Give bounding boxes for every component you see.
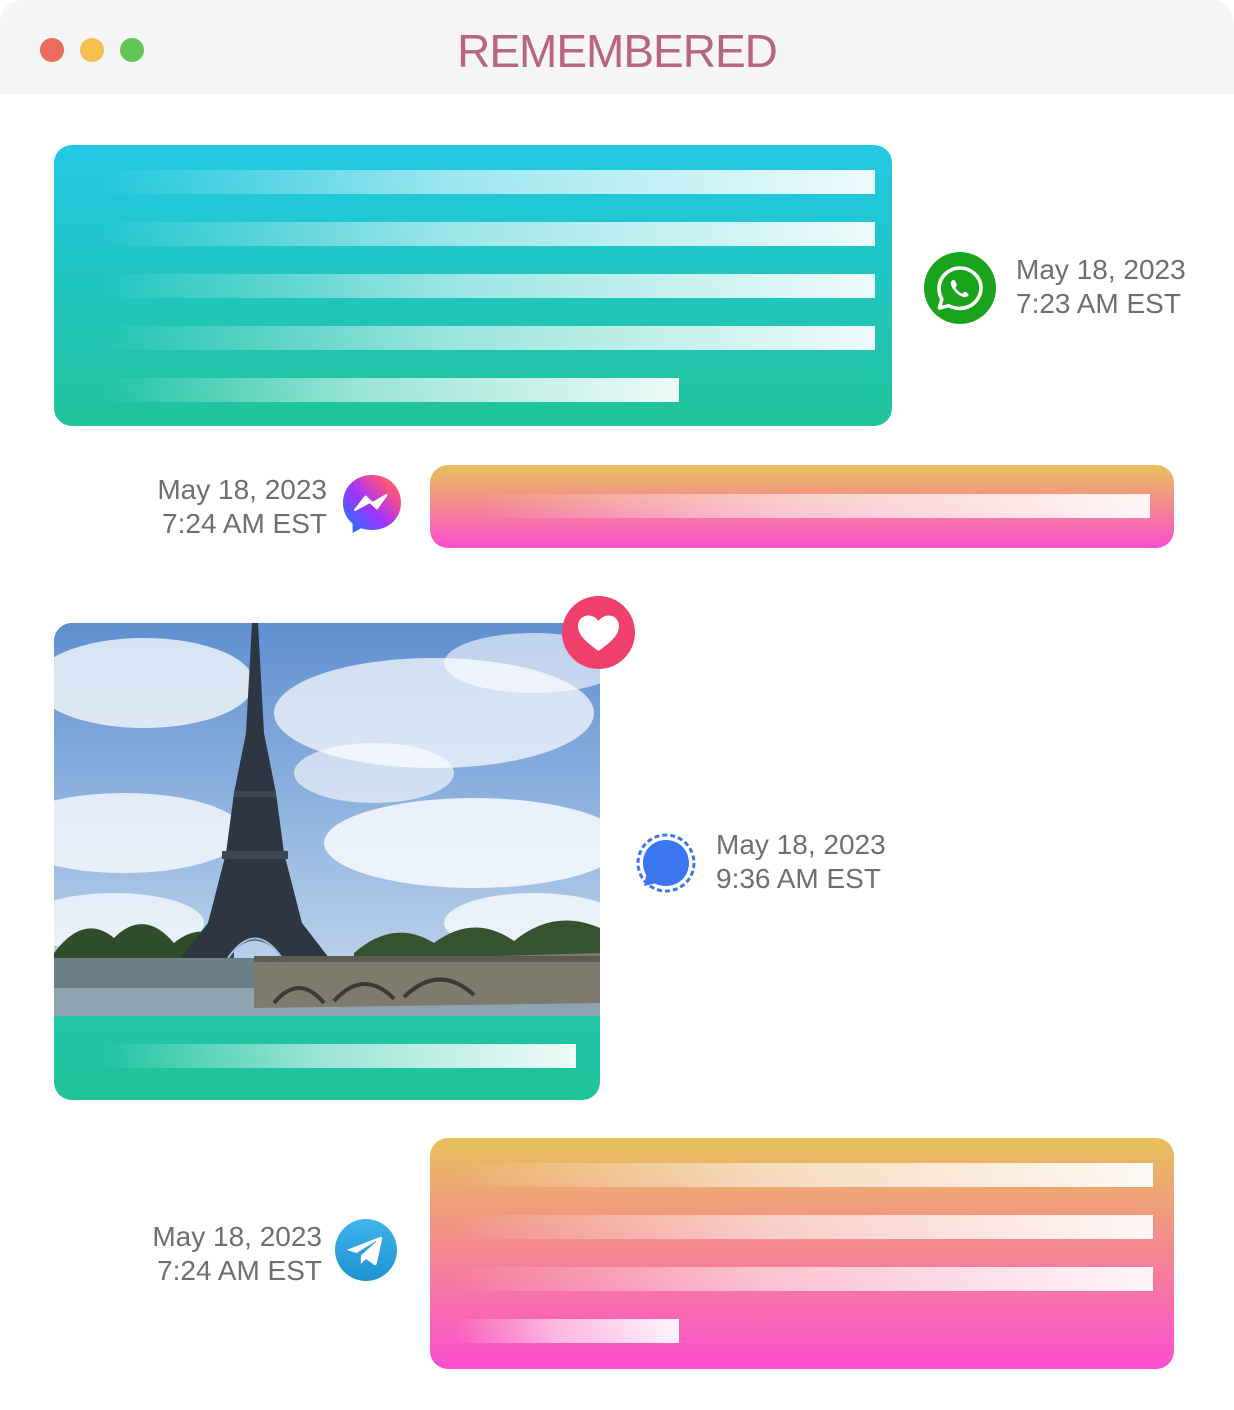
message-bubble-signal[interactable] [54,623,600,1100]
message-timestamp: May 18, 2023 7:24 AM EST [152,1220,322,1288]
message-time: 7:23 AM EST [1016,288,1181,319]
message-bubble-whatsapp[interactable] [54,145,892,426]
message-bubble-telegram[interactable] [430,1138,1174,1369]
message-date: May 18, 2023 [1016,254,1186,285]
redacted-text-line [476,494,1150,518]
message-time: 7:24 AM EST [162,508,327,539]
app-window: REMEMBERED May 18, 2023 7:23 AM EST May … [0,0,1234,1410]
redacted-text-line [100,222,875,246]
redacted-text-line [100,1044,576,1068]
message-timestamp: May 18, 2023 7:24 AM EST [157,473,327,541]
title-bar: REMEMBERED [0,0,1234,94]
message-time: 7:24 AM EST [157,1255,322,1286]
message-date: May 18, 2023 [152,1221,322,1252]
whatsapp-icon [924,252,996,324]
redacted-text-line [100,326,875,350]
redacted-text-line [454,1215,1153,1239]
redacted-text-line [454,1163,1153,1187]
message-timestamp: May 18, 2023 9:36 AM EST [716,828,886,896]
message-timestamp: May 18, 2023 7:23 AM EST [1016,253,1186,321]
window-title: REMEMBERED [457,25,778,77]
signal-icon [634,832,698,896]
message-time: 9:36 AM EST [716,863,881,894]
messenger-icon [340,472,404,536]
message-date: May 18, 2023 [716,829,886,860]
message-date: May 18, 2023 [157,474,327,505]
telegram-icon [335,1219,397,1281]
redacted-text-line [454,1267,1153,1291]
redacted-text-line [100,170,875,194]
eiffel-tower-photo[interactable] [54,623,600,1016]
message-bubble-messenger[interactable] [430,465,1174,548]
redacted-text-line [454,1319,679,1343]
redacted-text-line [100,274,875,298]
heart-icon[interactable] [562,596,635,669]
redacted-text-line [100,378,679,402]
